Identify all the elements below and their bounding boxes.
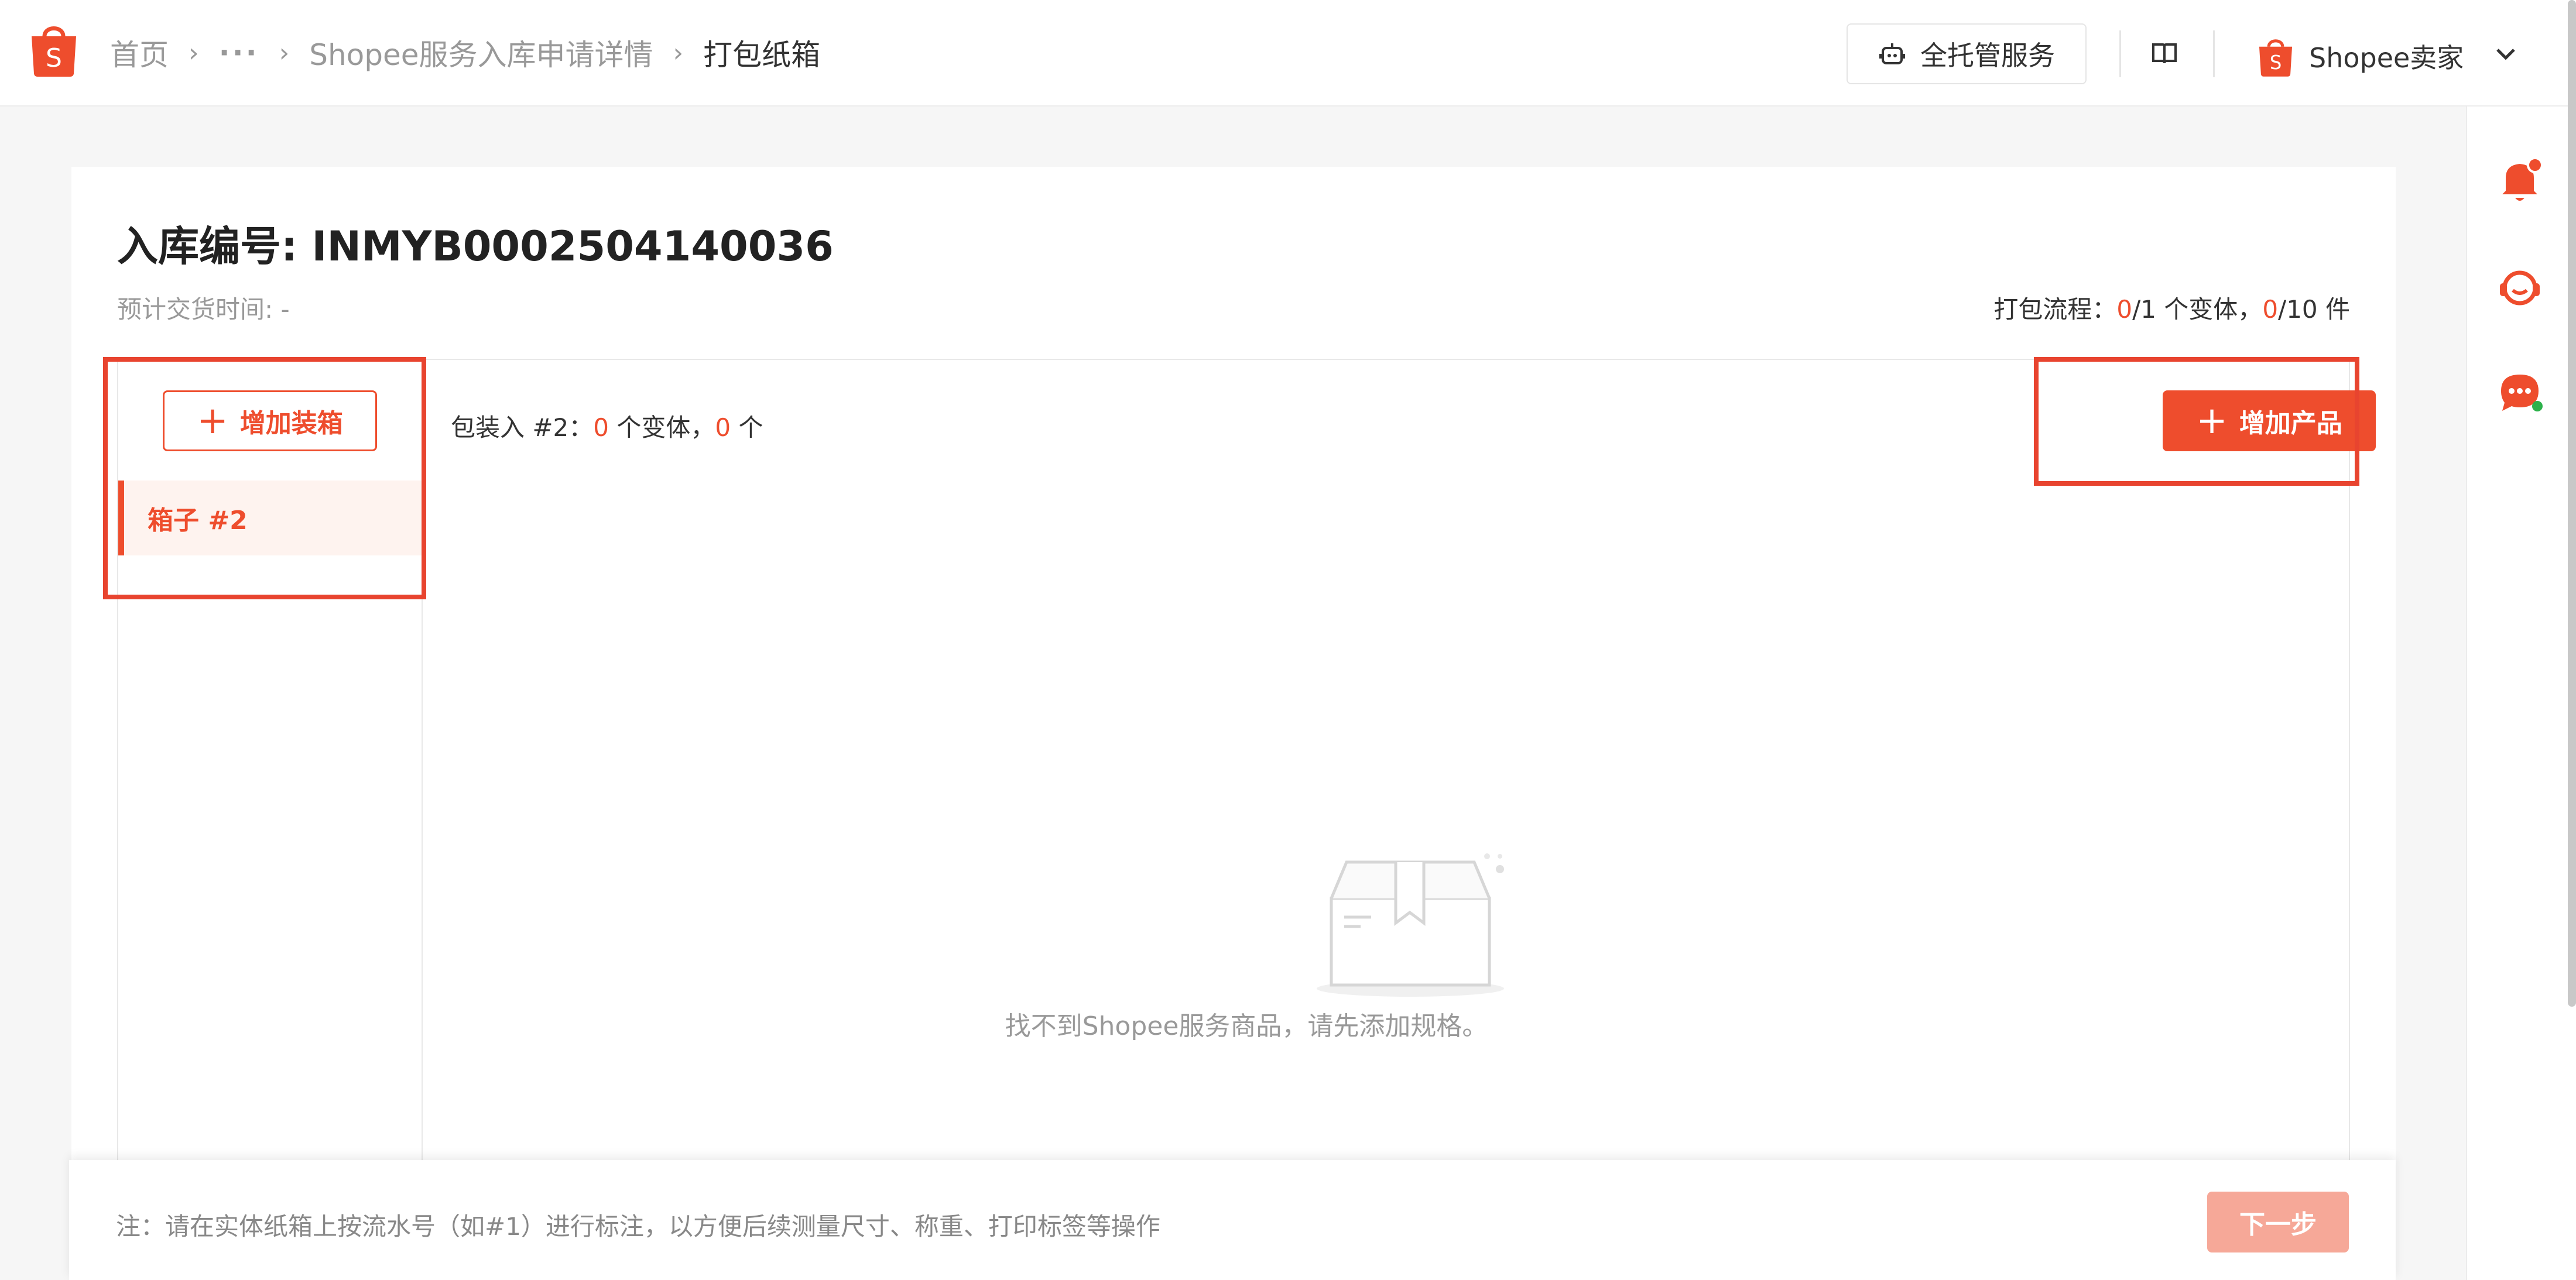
- packing-panel: + 增加装箱 箱子 #2 包装入 #2：0 个变体，0 个 + 增加产品: [117, 359, 2376, 1280]
- page-scrollbar[interactable]: [2568, 0, 2576, 1007]
- book-icon[interactable]: [2150, 39, 2179, 68]
- seller-account[interactable]: S Shopee卖家: [2258, 33, 2464, 80]
- packing-card: 入库编号: INMYB0002504140036 预计交货时间: - 打包流程：…: [71, 167, 2396, 1280]
- progress-label: 打包流程：: [1993, 295, 2117, 324]
- footer-note: 注：请在实体纸箱上按流水号（如#1）进行标注，以方便后续测量尺寸、称重、打印标签…: [116, 1212, 1160, 1241]
- header-divider: [2213, 30, 2215, 77]
- box-pack-summary: 包装入 #2：0 个变体，0 个: [451, 408, 763, 444]
- variant-count: 0: [593, 413, 609, 442]
- managed-service-button[interactable]: 全托管服务: [1847, 23, 2087, 84]
- chevron-right-icon: ›: [189, 37, 199, 68]
- managed-service-label: 全托管服务: [1920, 40, 2055, 71]
- page-title: 入库编号: INMYB0002504140036: [117, 222, 834, 270]
- breadcrumb-parent[interactable]: Shopee服务入库申请详情: [309, 32, 653, 74]
- footer-bar: 注：请在实体纸箱上按流水号（如#1）进行标注，以方便后续测量尺寸、称重、打印标签…: [69, 1160, 2396, 1280]
- breadcrumb: 首页 › ··· › Shopee服务入库申请详情 › 打包纸箱: [110, 35, 820, 72]
- item-unit: 个: [731, 413, 763, 442]
- variant-unit: 个变体，: [609, 413, 715, 442]
- right-rail: [2466, 107, 2576, 1280]
- svg-text:S: S: [46, 43, 62, 73]
- packing-progress: 打包流程：0/1 个变体，0/10 件: [1993, 290, 2350, 325]
- variants-total: /1 个变体，: [2132, 295, 2263, 324]
- expected-delivery-time: 预计交货时间: -: [117, 295, 290, 324]
- items-total: /10 件: [2278, 295, 2350, 324]
- chevron-right-icon: ›: [279, 37, 290, 68]
- pack-label: 包装入 #2：: [451, 413, 594, 442]
- seller-label: Shopee卖家: [2309, 42, 2464, 74]
- item-count: 0: [715, 413, 731, 442]
- highlight-box-list: [103, 357, 426, 599]
- empty-box-icon: [1317, 853, 1504, 997]
- top-header: S 首页 › ··· › Shopee服务入库申请详情 › 打包纸箱 全托管服务…: [0, 0, 2576, 107]
- breadcrumb-ellipsis[interactable]: ···: [219, 36, 259, 70]
- svg-text:S: S: [2270, 52, 2282, 74]
- chevron-down-icon[interactable]: [2493, 41, 2519, 67]
- highlight-add-product: [2034, 357, 2359, 486]
- robot-service-icon: [1879, 43, 1905, 64]
- items-done: 0: [2262, 295, 2279, 324]
- breadcrumb-home[interactable]: 首页: [110, 32, 169, 74]
- chat-icon[interactable]: [2492, 364, 2548, 420]
- customer-support-icon[interactable]: [2492, 260, 2548, 316]
- breadcrumb-current: 打包纸箱: [703, 38, 821, 72]
- shopee-logo-icon[interactable]: S: [29, 21, 78, 77]
- shopee-seller-icon: S: [2259, 39, 2293, 77]
- header-divider: [2119, 30, 2121, 77]
- chevron-right-icon: ›: [673, 37, 684, 68]
- variants-done: 0: [2116, 295, 2133, 324]
- notification-bell-icon[interactable]: [2492, 152, 2548, 208]
- next-step-button[interactable]: 下一步: [2207, 1192, 2349, 1252]
- empty-state-message: 找不到Shopee服务商品，请先添加规格。: [1005, 1011, 1488, 1041]
